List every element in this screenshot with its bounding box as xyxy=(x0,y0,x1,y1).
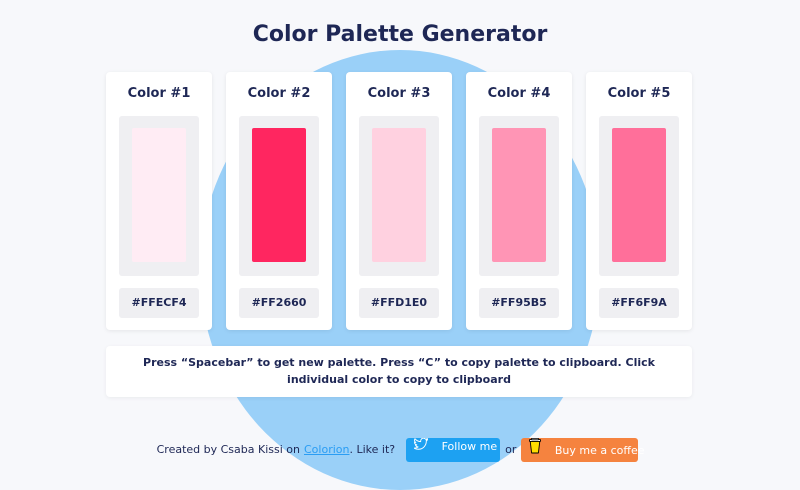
color-swatch[interactable] xyxy=(132,128,186,262)
color-card-4[interactable]: Color #4 #FF95B5 xyxy=(466,72,572,330)
page-title: Color Palette Generator xyxy=(252,22,548,47)
color-label: Color #3 xyxy=(367,86,431,101)
or-text: or xyxy=(505,443,517,456)
color-label: Color #1 xyxy=(127,86,191,101)
colorion-link[interactable]: Colorion xyxy=(304,443,349,456)
swatch-frame[interactable] xyxy=(359,116,439,276)
credit-text: Created by Csaba Kissi on xyxy=(156,443,300,456)
instructions-text: Press “Spacebar” to get new palette. Pre… xyxy=(106,346,692,397)
color-hex-code[interactable]: #FF95B5 xyxy=(479,288,559,318)
color-label: Color #5 xyxy=(607,86,671,101)
buy-coffee-button[interactable]: Buy me a coffee xyxy=(521,437,645,462)
buy-coffee-label: Buy me a coffee xyxy=(554,443,645,457)
twitter-icon xyxy=(413,437,429,450)
color-swatch[interactable] xyxy=(612,128,666,262)
footer: Created by Csaba Kissi on Colorion . Lik… xyxy=(0,437,800,462)
swatch-frame[interactable] xyxy=(239,116,319,276)
color-label: Color #4 xyxy=(487,86,551,101)
color-hex-code[interactable]: #FF6F9A xyxy=(599,288,679,318)
color-hex-code[interactable]: #FFD1E0 xyxy=(359,288,439,318)
like-it-text: . Like it? xyxy=(349,443,396,456)
color-hex-code[interactable]: #FF2660 xyxy=(239,288,319,318)
color-swatch[interactable] xyxy=(252,128,306,262)
color-card-1[interactable]: Color #1 #FFECF4 xyxy=(106,72,212,330)
swatch-frame[interactable] xyxy=(119,116,199,276)
follow-me-button[interactable]: Follow me xyxy=(406,437,501,462)
coffee-cup-icon xyxy=(529,437,542,453)
swatch-frame[interactable] xyxy=(599,116,679,276)
color-swatch[interactable] xyxy=(372,128,426,262)
follow-me-label: Follow me xyxy=(441,439,498,453)
swatch-frame[interactable] xyxy=(479,116,559,276)
color-hex-code[interactable]: #FFECF4 xyxy=(119,288,199,318)
color-label: Color #2 xyxy=(247,86,311,101)
color-card-5[interactable]: Color #5 #FF6F9A xyxy=(586,72,692,330)
color-card-2[interactable]: Color #2 #FF2660 xyxy=(226,72,332,330)
color-card-3[interactable]: Color #3 #FFD1E0 xyxy=(346,72,452,330)
color-swatch[interactable] xyxy=(492,128,546,262)
